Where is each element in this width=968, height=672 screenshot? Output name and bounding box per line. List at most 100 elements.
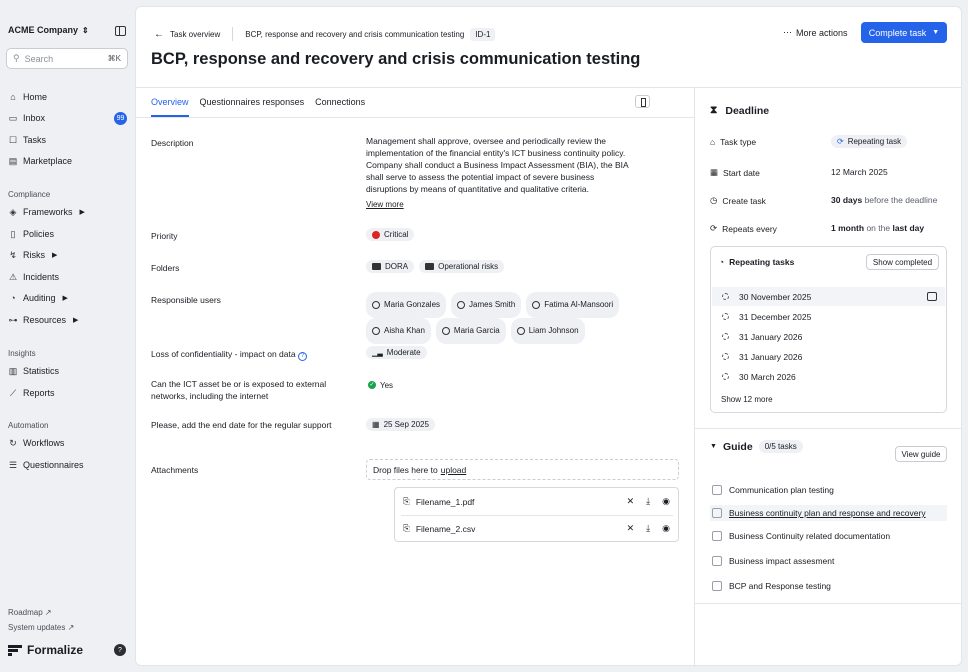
sidebar-item-resources[interactable]: ⊶ Resources ▶ xyxy=(8,313,79,327)
sidebar-item-reports[interactable]: ⟋ Reports xyxy=(8,386,55,400)
guide-item[interactable]: BCP and Response testing xyxy=(712,581,831,591)
open-icon[interactable] xyxy=(927,292,937,301)
responsible-users-label: Responsible users xyxy=(151,295,221,305)
sidebar-item-label: Risks xyxy=(23,250,45,260)
file-dropzone[interactable]: Drop files here to upload xyxy=(366,459,679,480)
arrow-left-icon[interactable]: ← xyxy=(154,29,164,40)
task-date: 30 November 2025 xyxy=(739,291,812,302)
roadmap-link[interactable]: Roadmap ↗ xyxy=(8,608,52,617)
user-name: Maria Gonzales xyxy=(384,300,441,309)
loss-value[interactable]: ▁▃ Moderate xyxy=(366,346,432,359)
folder-name: Operational risks xyxy=(438,262,499,271)
formalize-logo-icon xyxy=(8,644,22,656)
more-actions-button[interactable]: ⋯ More actions xyxy=(783,27,848,38)
divider xyxy=(232,27,234,41)
repeating-task-item[interactable]: 31 January 2026 xyxy=(712,347,945,366)
show-more-link[interactable]: Show 12 more xyxy=(721,395,773,404)
folders-value: DORA Operational risks xyxy=(366,260,509,273)
sidebar-item-label: Incidents xyxy=(23,272,60,282)
checkbox[interactable] xyxy=(712,531,722,541)
attachment-row[interactable]: ⎘ Filename_1.pdf ✕ ⤓ ◉ xyxy=(395,488,678,515)
download-icon[interactable]: ⤓ xyxy=(646,496,650,507)
remove-icon[interactable]: ✕ xyxy=(627,496,635,507)
download-icon[interactable]: ⤓ xyxy=(646,523,650,534)
checkbox[interactable] xyxy=(712,556,722,566)
attachment-row[interactable]: ⎘ Filename_2.csv ✕ ⤓ ◉ xyxy=(395,515,678,542)
folder-chip[interactable]: DORA xyxy=(366,260,415,273)
user-name: Aisha Khan xyxy=(384,326,425,335)
view-more-link[interactable]: View more xyxy=(366,200,404,209)
user-icon xyxy=(372,301,380,309)
pending-icon xyxy=(722,313,729,320)
search-input[interactable]: ⚲ Search ⌘K xyxy=(6,48,128,69)
sidebar-item-auditing[interactable]: ◔ Auditing ▶ xyxy=(8,291,68,305)
user-chip[interactable]: Maria Gonzales xyxy=(366,292,447,318)
panel-toggle-icon[interactable] xyxy=(635,95,650,108)
pending-icon xyxy=(722,373,729,380)
user-chip[interactable]: Maria Garcia xyxy=(435,318,506,344)
info-icon[interactable]: ? xyxy=(297,352,307,361)
sidebar-item-label: Tasks xyxy=(23,135,47,145)
sidebar-item-home[interactable]: ⌂ Home xyxy=(8,90,47,104)
sidebar-item-tasks[interactable]: ☐ Tasks xyxy=(8,133,46,147)
check-circle-icon: ✓ xyxy=(368,381,376,389)
section-insights: Insights xyxy=(8,349,36,358)
remove-icon[interactable]: ✕ xyxy=(627,523,635,534)
signal-bars-icon: ▁▃ xyxy=(372,349,383,357)
sidebar-item-incidents[interactable]: ⚠ Incidents xyxy=(8,270,59,284)
chevron-right-icon: ▶ xyxy=(52,252,58,259)
guide-item[interactable]: Business continuity plan and response an… xyxy=(710,505,947,521)
repeating-task-item[interactable]: 31 January 2026 xyxy=(712,327,945,346)
guide-item[interactable]: Communication plan testing xyxy=(712,485,834,495)
checkbox[interactable] xyxy=(712,485,722,495)
system-updates-link[interactable]: System updates ↗ xyxy=(8,623,74,632)
checkbox[interactable] xyxy=(712,581,722,591)
chevron-right-icon: ▶ xyxy=(79,209,85,216)
checkbox[interactable] xyxy=(712,508,722,518)
user-chip[interactable]: James Smith xyxy=(451,292,522,318)
guide-item[interactable]: Business impact assesment xyxy=(712,556,834,566)
company-switcher[interactable]: ACME Company ⇕ xyxy=(8,25,89,35)
repeating-task-item[interactable]: 30 November 2025 xyxy=(712,287,945,306)
sidebar-item-policies[interactable]: ▯ Policies xyxy=(8,227,55,241)
calendar-icon: ▦ xyxy=(372,420,380,429)
back-link[interactable]: Task overview xyxy=(170,30,220,39)
upload-link[interactable]: upload xyxy=(441,465,467,475)
complete-task-button[interactable]: Complete task ▼ xyxy=(861,22,947,43)
guide-item[interactable]: Business Continuity related documentatio… xyxy=(712,531,890,541)
chevron-right-icon: ▶ xyxy=(73,317,79,324)
eye-icon[interactable]: ◉ xyxy=(662,496,670,507)
help-icon[interactable]: ? xyxy=(114,644,126,656)
user-chip[interactable]: Aisha Khan xyxy=(366,318,431,344)
tab-overview[interactable]: Overview xyxy=(151,97,189,117)
statistics-icon: ▥ xyxy=(8,365,18,376)
tab-questionnaires-responses[interactable]: Questionnaires responses xyxy=(200,97,305,117)
loss-label-text: Loss of confidentiality - impact on data xyxy=(151,349,296,359)
repeating-task-item[interactable]: 31 December 2025 xyxy=(712,307,945,326)
folder-chip[interactable]: Operational risks xyxy=(419,260,505,273)
user-chip[interactable]: Liam Johnson xyxy=(510,318,585,344)
ict-value[interactable]: ✓ Yes xyxy=(366,378,404,392)
sidebar-item-frameworks[interactable]: ◈ Frameworks ▶ xyxy=(8,205,85,219)
view-guide-button[interactable]: View guide xyxy=(895,446,947,462)
section-compliance: Compliance xyxy=(8,190,51,199)
enddate-value[interactable]: ▦ 25 Sep 2025 xyxy=(366,418,440,431)
repeating-task-item[interactable]: 30 March 2026 xyxy=(712,367,945,386)
tab-connections[interactable]: Connections xyxy=(315,97,365,117)
eye-icon[interactable]: ◉ xyxy=(662,523,670,534)
sidebar-item-questionnaires[interactable]: ☰ Questionnaires xyxy=(8,458,84,472)
workflows-icon: ↻ xyxy=(9,437,17,448)
user-chip[interactable]: Fatima Al-Mansoori xyxy=(526,292,620,318)
sidebar-collapse-icon[interactable] xyxy=(115,26,126,36)
sidebar-item-inbox[interactable]: ▭ Inbox xyxy=(8,111,45,125)
sidebar-item-label: Questionnaires xyxy=(23,460,84,470)
breadcrumb-title: BCP, response and recovery and crisis co… xyxy=(245,29,465,39)
priority-value[interactable]: Critical xyxy=(366,228,419,241)
guide-title[interactable]: ▼ Guide 0/5 tasks xyxy=(710,440,803,453)
sidebar-item-statistics[interactable]: ▥ Statistics xyxy=(8,364,59,378)
task-date: 31 January 2026 xyxy=(739,331,803,342)
sidebar-item-risks[interactable]: ↯ Risks ▶ xyxy=(8,248,57,262)
sidebar-item-workflows[interactable]: ↻ Workflows xyxy=(8,436,64,450)
sidebar-item-marketplace[interactable]: ▤ Marketplace xyxy=(8,154,72,168)
show-completed-button[interactable]: Show completed xyxy=(866,254,939,270)
